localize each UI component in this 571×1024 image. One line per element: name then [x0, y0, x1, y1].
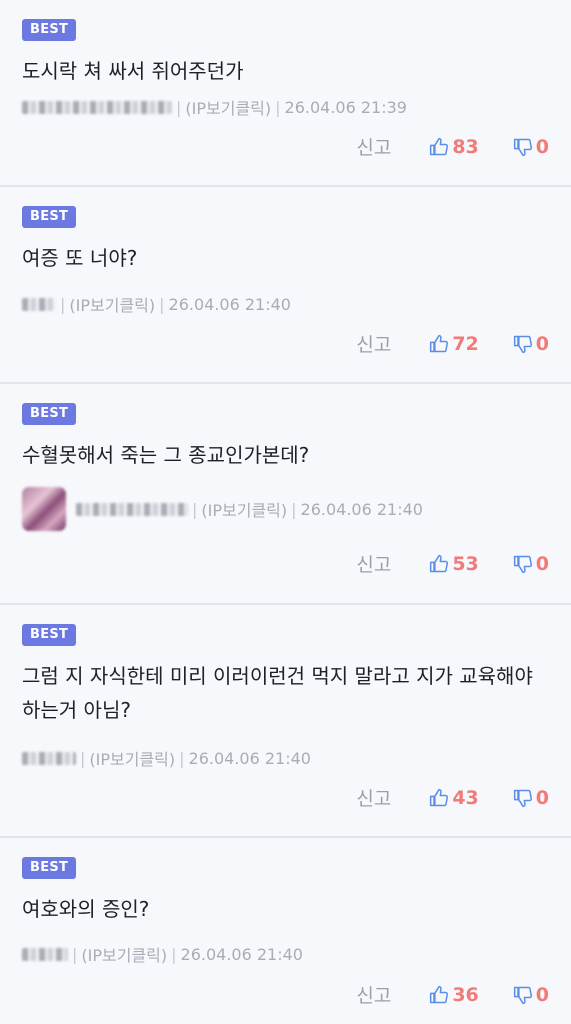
- thumbs-up-icon: [430, 554, 449, 572]
- report-button[interactable]: 신고: [356, 784, 391, 811]
- best-badge: BEST: [22, 403, 77, 425]
- comment-text: 여호와의 증인?: [22, 897, 150, 921]
- author-name-blurred: [22, 100, 172, 114]
- meta-separator: |: [171, 944, 177, 964]
- author-name-blurred: [22, 297, 56, 311]
- upvote-count: 43: [452, 786, 479, 809]
- comment-item: BEST 여증 또 너야? | (IP보기클릭) | 26.04.06 21:4…: [0, 187, 571, 384]
- comment-actions: 신고 36 0: [356, 981, 549, 1008]
- author-name-blurred: [76, 502, 188, 516]
- ip-view-link[interactable]: (IP보기클릭): [185, 95, 271, 119]
- thumbs-up-icon: [430, 334, 449, 352]
- best-badge: BEST: [22, 19, 77, 41]
- thumbs-down-icon: [513, 138, 532, 156]
- upvote-count: 53: [452, 552, 479, 575]
- comment-date: 26.04.06 21:40: [180, 944, 303, 964]
- comment-meta: | (IP보기클릭) | 26.04.06 21:40: [22, 942, 303, 966]
- thumbs-up-icon: [430, 985, 449, 1003]
- ip-view-link[interactable]: (IP보기클릭): [81, 942, 167, 966]
- comment-text: 도시락 쳐 싸서 쥐어주던가: [22, 59, 244, 83]
- upvote-button[interactable]: 83: [429, 135, 479, 158]
- downvote-count: 0: [535, 552, 549, 575]
- comment-meta: | (IP보기클릭) | 26.04.06 21:40: [22, 487, 423, 531]
- downvote-button[interactable]: 0: [513, 136, 549, 158]
- thumbs-down-icon: [513, 986, 532, 1004]
- downvote-button[interactable]: 0: [513, 333, 549, 355]
- comment-item: BEST 그럼 지 자식한테 미리 이러이런건 먹지 말라고 지가 교육해야 하…: [0, 605, 571, 838]
- upvote-count: 36: [452, 983, 479, 1006]
- author-name-blurred: [22, 947, 68, 961]
- comment-meta: | (IP보기클릭) | 26.04.06 21:40: [22, 292, 291, 316]
- comment-text: 수혈못해서 죽는 그 종교인가본데?: [22, 443, 310, 467]
- downvote-count: 0: [535, 786, 549, 809]
- meta-separator: |: [72, 944, 78, 964]
- comment-meta: | (IP보기클릭) | 26.04.06 21:39: [22, 95, 407, 119]
- comment-text: 그럼 지 자식한테 미리 이러이런건 먹지 말라고 지가 교육해야 하는거 아님…: [22, 664, 533, 722]
- ip-view-link[interactable]: (IP보기클릭): [89, 746, 175, 770]
- comment-date: 26.04.06 21:40: [300, 499, 423, 519]
- meta-separator: |: [291, 499, 297, 519]
- author-name-blurred: [22, 751, 76, 765]
- report-button[interactable]: 신고: [356, 981, 391, 1008]
- downvote-count: 0: [535, 332, 549, 355]
- meta-separator: |: [179, 748, 185, 768]
- downvote-button[interactable]: 0: [513, 787, 549, 809]
- downvote-count: 0: [535, 135, 549, 158]
- upvote-button[interactable]: 72: [429, 332, 479, 355]
- thumbs-up-icon: [430, 788, 449, 806]
- ip-view-link[interactable]: (IP보기클릭): [69, 292, 155, 316]
- thumbs-down-icon: [513, 789, 532, 807]
- meta-separator: |: [192, 499, 198, 519]
- report-button[interactable]: 신고: [356, 330, 391, 357]
- comment-date: 26.04.06 21:39: [284, 97, 407, 117]
- upvote-button[interactable]: 43: [429, 786, 479, 809]
- upvote-count: 83: [452, 135, 479, 158]
- report-button[interactable]: 신고: [356, 133, 391, 160]
- comment-actions: 신고 72 0: [356, 330, 549, 357]
- comment-item: BEST 수혈못해서 죽는 그 종교인가본데? | (IP보기클릭) | 26.…: [0, 384, 571, 605]
- thumbs-down-icon: [513, 335, 532, 353]
- comment-actions: 신고 83 0: [356, 133, 549, 160]
- upvote-button[interactable]: 36: [429, 983, 479, 1006]
- report-button[interactable]: 신고: [356, 550, 391, 577]
- meta-separator: |: [80, 748, 86, 768]
- comment-date: 26.04.06 21:40: [168, 294, 291, 314]
- upvote-count: 72: [452, 332, 479, 355]
- comment-text: 여증 또 너야?: [22, 246, 138, 270]
- meta-separator: |: [275, 97, 281, 117]
- comment-actions: 신고 53 0: [356, 550, 549, 577]
- comment-item: BEST 도시락 쳐 싸서 쥐어주던가 | (IP보기클릭) | 26.04.0…: [0, 0, 571, 187]
- best-badge: BEST: [22, 206, 77, 228]
- downvote-button[interactable]: 0: [513, 984, 549, 1006]
- thumbs-up-icon: [430, 137, 449, 155]
- downvote-count: 0: [535, 983, 549, 1006]
- thumbs-down-icon: [513, 555, 532, 573]
- upvote-button[interactable]: 53: [429, 552, 479, 575]
- best-badge: BEST: [22, 624, 77, 646]
- meta-separator: |: [159, 294, 165, 314]
- comment-actions: 신고 43 0: [356, 784, 549, 811]
- comment-date: 26.04.06 21:40: [188, 748, 311, 768]
- downvote-button[interactable]: 0: [513, 553, 549, 575]
- meta-separator: |: [176, 97, 182, 117]
- comment-meta: | (IP보기클릭) | 26.04.06 21:40: [22, 746, 311, 770]
- best-badge: BEST: [22, 857, 77, 879]
- meta-separator: |: [60, 294, 66, 314]
- avatar: [22, 487, 66, 531]
- ip-view-link[interactable]: (IP보기클릭): [201, 497, 287, 521]
- comment-item: BEST 여호와의 증인? | (IP보기클릭) | 26.04.06 21:4…: [0, 838, 571, 1024]
